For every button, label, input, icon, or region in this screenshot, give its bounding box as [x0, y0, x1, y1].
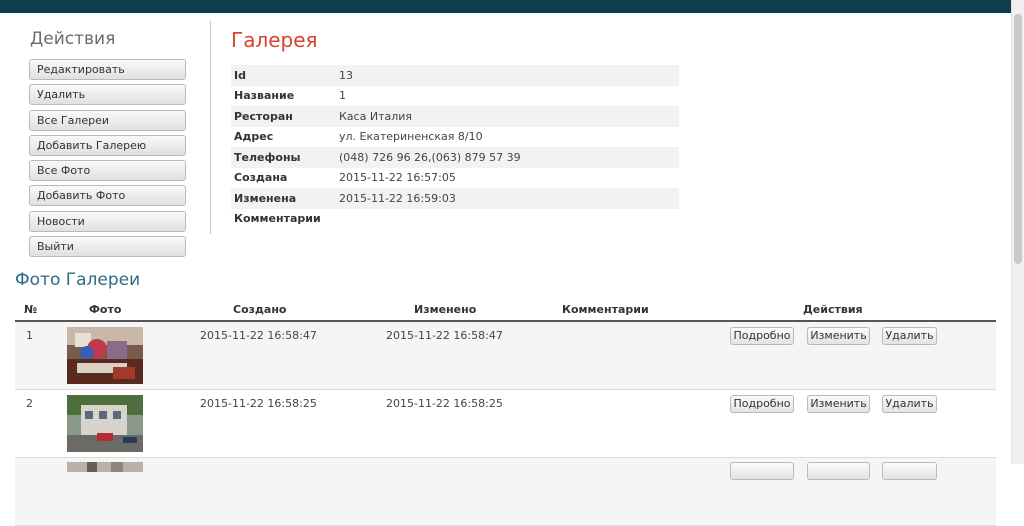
edit-photo-button-partial[interactable]: [807, 462, 870, 480]
sidebar-divider: [210, 21, 211, 234]
gallery-title: Галерея: [231, 28, 318, 52]
info-row-address: Адрес ул. Екатериненская 8/10: [231, 127, 679, 148]
details-button[interactable]: Подробно: [730, 327, 794, 345]
info-value: 1: [339, 89, 346, 103]
top-nav-bar: [0, 0, 1011, 13]
photo-thumbnail[interactable]: [67, 327, 143, 384]
gallery-details: Галерея Id 13 Название 1 Ресторан Каса И…: [231, 28, 679, 229]
info-value: 13: [339, 68, 353, 82]
info-label: Изменена: [234, 191, 297, 205]
sidebar-title: Действия: [30, 29, 116, 49]
thumbnail-image-1: [67, 327, 143, 384]
info-row-comments: Комментарии: [231, 209, 679, 230]
delete-photo-button-partial[interactable]: [882, 462, 937, 480]
photos-table: № Фото Создано Изменено Комментарии Дейс…: [15, 303, 996, 526]
page-scrollbar[interactable]: [1011, 0, 1024, 464]
info-label: Название: [234, 89, 295, 103]
edit-photo-button[interactable]: Изменить: [807, 395, 870, 413]
add-photo-button[interactable]: Добавить Фото: [29, 185, 186, 207]
info-value: Каса Италия: [339, 109, 413, 123]
photo-thumbnail[interactable]: [67, 395, 143, 452]
info-label: Телефоны: [234, 150, 301, 164]
details-button-partial[interactable]: [730, 462, 794, 480]
all-photos-button[interactable]: Все Фото: [29, 160, 186, 182]
photos-table-header: № Фото Создано Изменено Комментарии Дейс…: [15, 303, 996, 322]
info-row-phones: Телефоны (048) 726 96 26,(063) 879 57 39: [231, 147, 679, 168]
info-label: Комментарии: [234, 212, 321, 226]
gallery-info-table: Id 13 Название 1 Ресторан Каса Италия Ад…: [231, 65, 679, 229]
edit-button[interactable]: Редактировать: [29, 59, 186, 80]
info-value: (048) 726 96 26,(063) 879 57 39: [339, 150, 521, 164]
col-actions: Действия: [803, 303, 863, 316]
scrollbar-thumb[interactable]: [1014, 14, 1022, 264]
info-value: [339, 209, 679, 230]
details-button[interactable]: Подробно: [730, 395, 794, 413]
info-row-modified: Изменена 2015-11-22 16:59:03: [231, 188, 679, 209]
info-row-restaurant: Ресторан Каса Италия: [231, 106, 679, 127]
logout-button[interactable]: Выйти: [29, 236, 186, 258]
col-comments: Комментарии: [562, 303, 649, 316]
row-created: 2015-11-22 16:58:25: [200, 397, 317, 410]
photo-thumbnail[interactable]: [67, 462, 143, 519]
row-modified: 2015-11-22 16:58:25: [386, 397, 503, 410]
thumbnail-image-2: [67, 395, 143, 452]
row-number: 2: [26, 397, 33, 410]
delete-photo-button[interactable]: Удалить: [882, 395, 937, 413]
info-row-id: Id 13: [231, 65, 679, 86]
actions-sidebar: Действия Редактировать Удалить Все Галер…: [29, 28, 189, 261]
info-value: 2015-11-22 16:57:05: [339, 171, 456, 185]
info-value: ул. Екатериненская 8/10: [339, 130, 483, 144]
col-created: Создано: [233, 303, 287, 316]
photos-section-title: Фото Галереи: [15, 270, 141, 290]
all-galleries-button[interactable]: Все Галереи: [29, 109, 186, 131]
info-label: Создана: [234, 171, 288, 185]
info-value: 2015-11-22 16:59:03: [339, 191, 456, 205]
info-label: Адрес: [234, 130, 274, 144]
col-photo: Фото: [89, 303, 122, 316]
table-row: 1 2015-11-22 16:58:47 2015-11-22 16:58:4…: [15, 322, 996, 390]
row-created: 2015-11-22 16:58:47: [200, 329, 317, 342]
info-label: Ресторан: [234, 109, 293, 123]
row-modified: 2015-11-22 16:58:47: [386, 329, 503, 342]
delete-button[interactable]: Удалить: [29, 84, 186, 106]
info-row-name: Название 1: [231, 86, 679, 107]
col-num: №: [24, 303, 38, 316]
edit-photo-button[interactable]: Изменить: [807, 327, 870, 345]
delete-photo-button[interactable]: Удалить: [882, 327, 937, 345]
info-row-created: Создана 2015-11-22 16:57:05: [231, 168, 679, 189]
row-number: 1: [26, 329, 33, 342]
table-row-partial: [15, 458, 996, 526]
add-gallery-button[interactable]: Добавить Галерею: [29, 134, 186, 156]
news-button[interactable]: Новости: [29, 210, 186, 232]
info-label: Id: [234, 68, 246, 82]
col-modified: Изменено: [414, 303, 477, 316]
table-row: 2 2015-11-22 16:58:25 2015-11-22 16:58:2…: [15, 390, 996, 458]
